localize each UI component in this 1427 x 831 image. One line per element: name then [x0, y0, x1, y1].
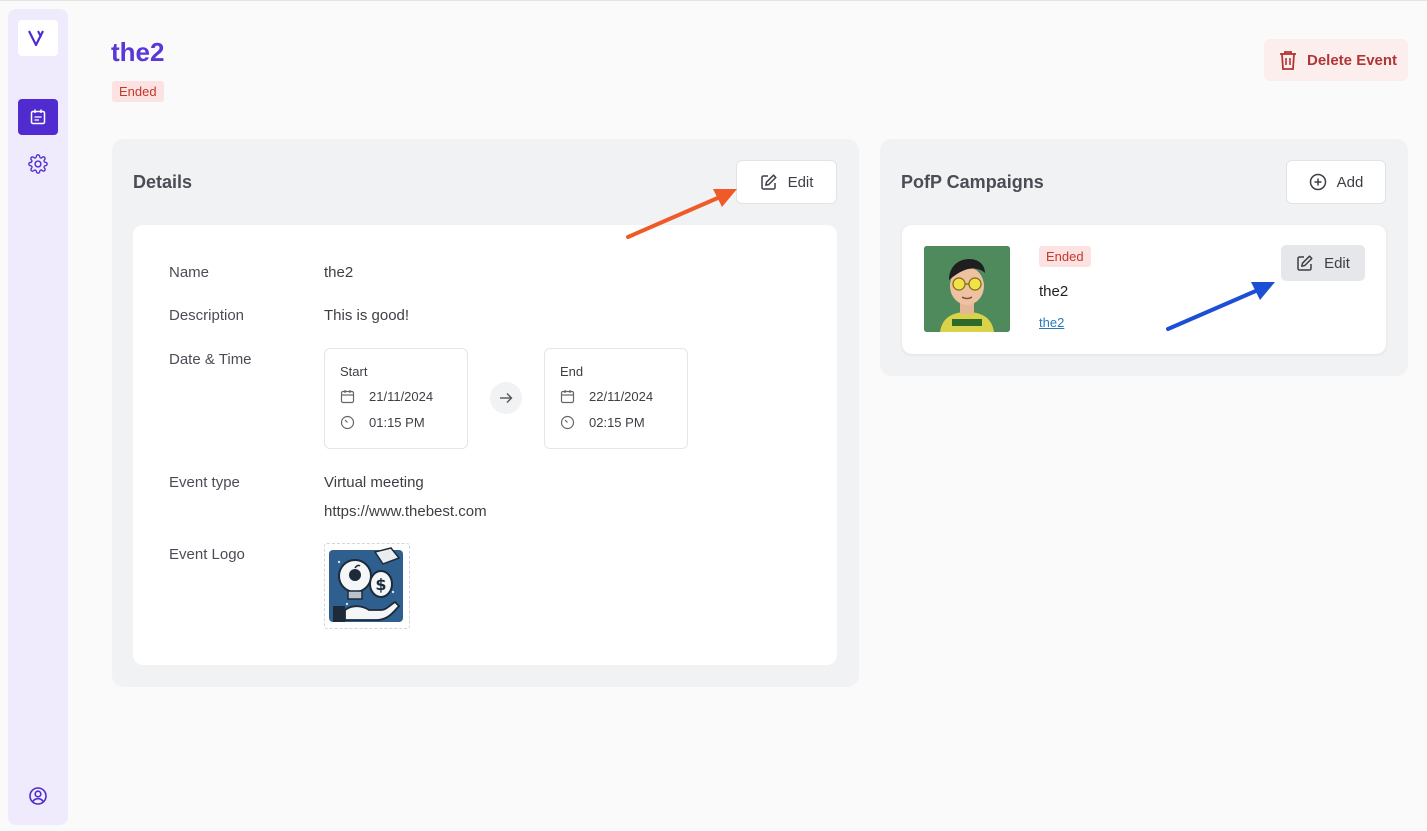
lightbulb-money-image: $ [329, 547, 403, 622]
campaign-edit-label: Edit [1324, 254, 1350, 272]
add-campaign-label: Add [1336, 173, 1364, 191]
sidebar-item-events[interactable] [18, 99, 58, 135]
start-time-row: 01:15 PM [340, 415, 425, 430]
campaign-status-badge: Ended [1039, 246, 1091, 267]
campaign-link[interactable]: the2 [1039, 315, 1064, 330]
gear-icon [28, 154, 48, 174]
edit-icon [1297, 255, 1313, 271]
svg-text:$: $ [375, 575, 386, 594]
clock-icon [340, 415, 355, 430]
calendar-icon [340, 390, 355, 404]
end-time-row: 02:15 PM [560, 415, 645, 430]
name-value: the2 [324, 264, 354, 281]
details-title: Details [133, 172, 193, 192]
trash-icon [1280, 51, 1296, 70]
description-label: Description [169, 307, 245, 324]
campaigns-panel: PofP Campaigns Add Ended the2 the2 Edit [880, 139, 1408, 376]
event-url: https://www.thebest.com [324, 503, 487, 520]
top-divider [0, 0, 1427, 1]
end-date: 22/11/2024 [589, 389, 654, 404]
sidebar-item-profile[interactable] [18, 778, 58, 814]
arrow-right-icon [500, 393, 513, 403]
campaign-card: Ended the2 the2 Edit [902, 225, 1386, 354]
end-datetime-box: End 22/11/2024 02:15 PM [544, 348, 688, 449]
campaign-name: the2 [1039, 283, 1069, 300]
avatar-illustration [924, 246, 1010, 332]
start-date-row: 21/11/2024 [340, 389, 433, 404]
clock-icon [560, 415, 575, 430]
edit-icon [760, 174, 777, 190]
event-type-value: Virtual meeting [324, 474, 424, 491]
calendar-icon [560, 390, 575, 404]
campaign-image [924, 246, 1010, 332]
add-campaign-button[interactable]: Add [1286, 160, 1386, 204]
datetime-label: Date & Time [169, 351, 252, 368]
event-logo-image: $ [324, 543, 410, 629]
start-time: 01:15 PM [369, 415, 425, 430]
details-card: Name the2 Description This is good! Date… [133, 225, 837, 665]
sidebar-item-settings[interactable] [18, 146, 58, 182]
sidebar [8, 9, 68, 825]
details-panel: Details Edit Name the2 Description This … [112, 139, 859, 687]
details-edit-button[interactable]: Edit [736, 160, 837, 204]
end-date-row: 22/11/2024 [560, 389, 653, 404]
v-logo-icon [28, 30, 44, 47]
user-circle-icon [29, 787, 47, 805]
end-time: 02:15 PM [589, 415, 645, 430]
campaigns-title: PofP Campaigns [901, 172, 1044, 192]
status-badge: Ended [112, 81, 164, 102]
details-edit-label: Edit [787, 173, 814, 191]
page-title: the2 [111, 37, 165, 67]
description-value: This is good! [324, 307, 410, 324]
delete-event-label: Delete Event [1307, 51, 1398, 69]
calendar-icon [30, 109, 46, 125]
name-label: Name [169, 264, 210, 281]
app-logo[interactable] [18, 20, 58, 56]
start-datetime-box: Start 21/11/2024 01:15 PM [324, 348, 468, 449]
event-type-label: Event type [169, 474, 240, 491]
event-logo-label: Event Logo [169, 546, 245, 563]
end-label: End [560, 364, 584, 379]
plus-circle-icon [1309, 173, 1326, 191]
delete-event-button[interactable]: Delete Event [1264, 39, 1408, 81]
date-range-arrow [490, 382, 522, 414]
start-label: Start [340, 364, 368, 379]
campaign-edit-button[interactable]: Edit [1281, 245, 1365, 281]
start-date: 21/11/2024 [369, 389, 434, 404]
